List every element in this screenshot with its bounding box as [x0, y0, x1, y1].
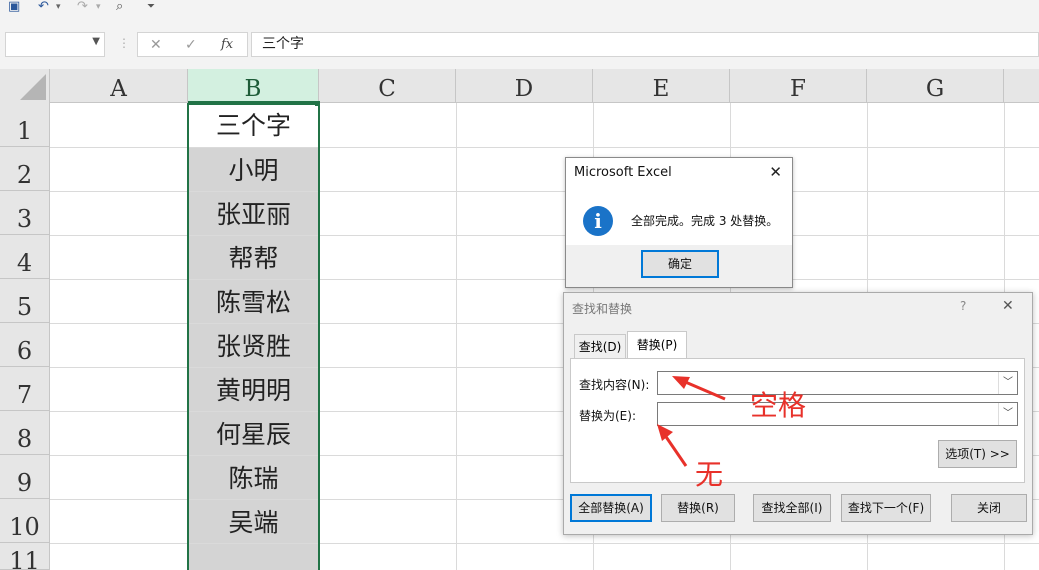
find-input[interactable]: ﹀	[657, 371, 1018, 395]
save-icon[interactable]: ▣	[8, 0, 20, 14]
find-all-button[interactable]: 查找全部(I)	[753, 494, 831, 522]
ok-button[interactable]: 确定	[641, 250, 719, 278]
undo-dropdown-icon[interactable]: ▾	[56, 0, 61, 14]
cancel-icon[interactable]: ✕	[150, 37, 162, 53]
cell-b9[interactable]: 陈瑞	[188, 456, 319, 499]
close-icon[interactable]: ✕	[1002, 298, 1014, 314]
column-header-g[interactable]: G	[867, 69, 1004, 103]
print-preview-icon[interactable]: ⌕	[116, 0, 123, 14]
row-header-9[interactable]: 9	[0, 455, 50, 499]
quick-access-toolbar: ▣ ↶ ▾ ↷ ▾ ⌕ ⏷	[0, 0, 1039, 22]
row-header-7[interactable]: 7	[0, 367, 50, 411]
column-header-c[interactable]: C	[319, 69, 456, 103]
options-button[interactable]: 选项(T) >>	[938, 440, 1017, 468]
row-header-2[interactable]: 2	[0, 147, 50, 191]
tab-replace[interactable]: 替换(P)	[627, 331, 687, 359]
close-icon[interactable]: ✕	[769, 163, 782, 181]
annotation-space: 空格	[750, 389, 807, 422]
row-header-4[interactable]: 4	[0, 235, 50, 279]
cell-b8[interactable]: 何星辰	[188, 412, 319, 455]
replace-input[interactable]: ﹀	[657, 402, 1018, 426]
undo-icon[interactable]: ↶	[38, 0, 49, 14]
column-header-d[interactable]: D	[456, 69, 593, 103]
cell-b11[interactable]	[188, 544, 319, 570]
grid-line	[319, 103, 320, 570]
chevron-down-icon[interactable]: ﹀	[998, 372, 1017, 394]
message-dialog-title: Microsoft Excel	[574, 165, 672, 180]
row-header-1[interactable]: 1	[0, 103, 50, 147]
help-icon[interactable]: ?	[960, 299, 966, 313]
select-all-button[interactable]	[0, 69, 50, 103]
row-header-8[interactable]: 8	[0, 411, 50, 455]
cell-b10[interactable]: 吴端	[188, 500, 319, 543]
insert-function-icon[interactable]: fx	[221, 37, 233, 52]
replace-button[interactable]: 替换(R)	[661, 494, 735, 522]
chevron-down-icon[interactable]: ﹀	[998, 403, 1017, 425]
cell-b1[interactable]: 三个字	[188, 103, 319, 147]
fill-handle[interactable]	[315, 101, 320, 106]
replace-all-button[interactable]: 全部替换(A)	[570, 494, 652, 522]
row-header-5[interactable]: 5	[0, 279, 50, 323]
customize-toolbar-icon[interactable]: ⏷	[147, 0, 155, 14]
formula-input[interactable]: 三个字	[251, 32, 1039, 57]
redo-icon[interactable]: ↷	[77, 0, 88, 14]
replace-label: 替换为(E):	[579, 409, 636, 423]
find-replace-title: 查找和替换	[572, 302, 633, 316]
cell-b6[interactable]: 张贤胜	[188, 324, 319, 367]
message-dialog-footer: 确定	[566, 245, 792, 287]
cell-b2[interactable]: 小明	[188, 148, 319, 191]
message-dialog-titlebar: Microsoft Excel ✕	[566, 158, 792, 188]
column-header-e[interactable]: E	[593, 69, 730, 103]
close-button[interactable]: 关闭	[951, 494, 1027, 522]
column-header-b[interactable]: B	[188, 69, 319, 103]
tab-find[interactable]: 查找(D)	[574, 334, 626, 358]
separator-dots: ⋮	[118, 36, 130, 50]
cell-b5[interactable]: 陈雪松	[188, 280, 319, 323]
find-label: 查找内容(N):	[579, 378, 650, 392]
chevron-down-icon[interactable]: ▼	[92, 36, 100, 47]
select-all-triangle-icon	[20, 74, 46, 100]
cell-b3[interactable]: 张亚丽	[188, 192, 319, 235]
cell-b7[interactable]: 黄明明	[188, 368, 319, 411]
row-header-3[interactable]: 3	[0, 191, 50, 235]
formula-buttons: ✕ ✓ fx	[137, 32, 248, 57]
enter-icon[interactable]: ✓	[185, 37, 197, 53]
message-text: 全部完成。完成 3 处替换。	[631, 214, 779, 228]
column-header-a[interactable]: A	[50, 69, 188, 103]
column-header-f[interactable]: F	[730, 69, 867, 103]
info-icon: i	[583, 206, 613, 236]
name-box[interactable]: ▼	[5, 32, 105, 57]
message-dialog: Microsoft Excel ✕ i 全部完成。完成 3 处替换。 确定	[565, 157, 793, 288]
row-header-11[interactable]: 11	[0, 543, 50, 570]
row-header-6[interactable]: 6	[0, 323, 50, 367]
find-next-button[interactable]: 查找下一个(F)	[841, 494, 931, 522]
grid-line	[456, 103, 457, 570]
row-header-10[interactable]: 10	[0, 499, 50, 543]
redo-dropdown-icon[interactable]: ▾	[96, 0, 101, 14]
annotation-none: 无	[695, 458, 724, 491]
message-dialog-body: i 全部完成。完成 3 处替换。	[566, 188, 792, 245]
cell-b4[interactable]: 帮帮	[188, 236, 319, 279]
